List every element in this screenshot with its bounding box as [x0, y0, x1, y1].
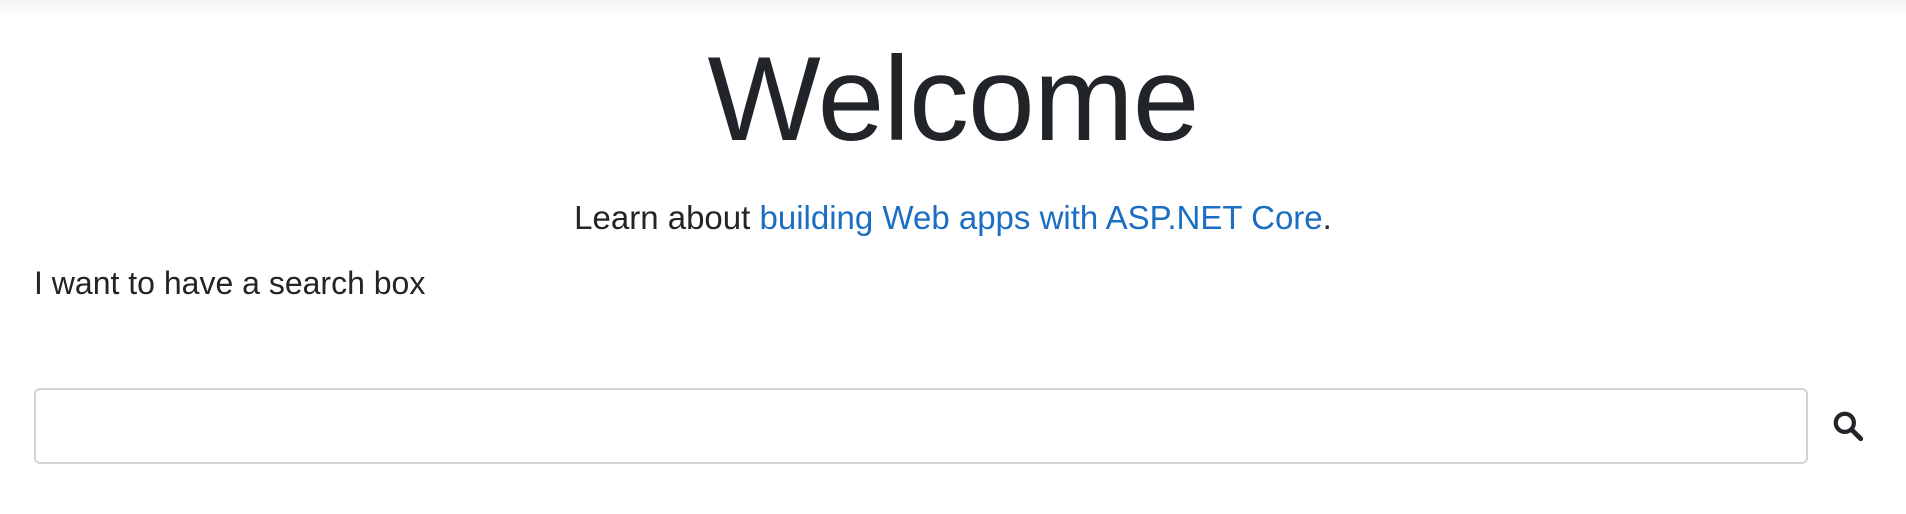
learn-text: Learn about building Web apps with ASP.N…: [0, 198, 1906, 238]
search-caption: I want to have a search box: [34, 265, 426, 301]
search-icon: [1833, 411, 1864, 442]
search-input[interactable]: [34, 388, 1808, 464]
learn-link[interactable]: building Web apps with ASP.NET Core: [759, 199, 1322, 236]
search-button[interactable]: [1822, 400, 1874, 452]
hero-section: Welcome Learn about building Web apps wi…: [0, 30, 1906, 238]
page-title: Welcome: [707, 32, 1200, 166]
page: Welcome Learn about building Web apps wi…: [0, 0, 1906, 514]
learn-suffix: .: [1322, 199, 1332, 236]
learn-prefix: Learn about: [574, 199, 760, 236]
search-row: [34, 388, 1884, 464]
top-shadow: [0, 0, 1906, 16]
